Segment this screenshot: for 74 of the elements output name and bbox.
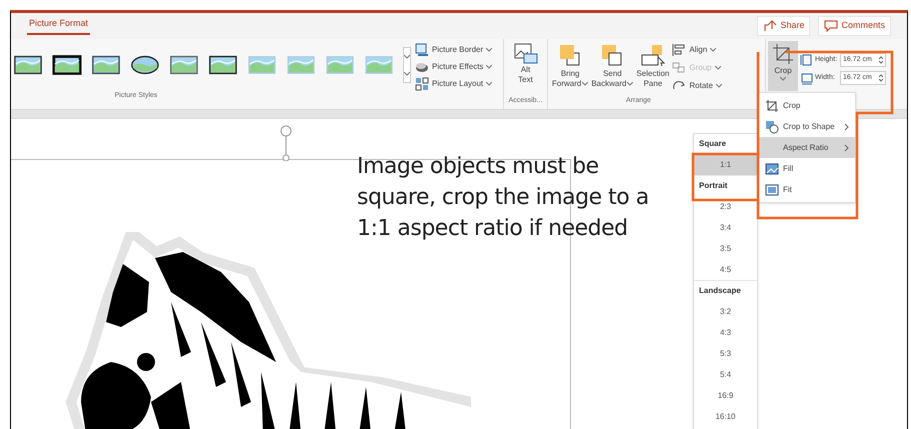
aspect-ratio-option[interactable]: 2:3 [694,196,757,217]
aspect-ratio-option[interactable]: 4:5 [694,259,757,280]
picture-style-thumbnail[interactable] [52,54,82,76]
picture-style-thumbnail[interactable] [247,54,277,76]
caret-icon [582,82,588,86]
aspect-ratio-option[interactable]: 3:4 [694,217,757,238]
crop-menu-item[interactable]: Aspect Ratio [759,137,855,158]
comments-button[interactable]: Comments [818,16,891,36]
group-icon [672,61,686,75]
share-icon [763,19,778,33]
picture-border-icon [415,43,429,57]
chevron-right-icon [844,122,849,130]
crop-menu-item[interactable]: Fit [759,179,855,200]
ribbon-tab[interactable]: Picture Format [27,17,90,35]
arrange-button[interactable]: Bring Forward [552,43,588,93]
share-button[interactable]: Share [757,16,810,36]
alt-text-button[interactable]: Alt Text [514,43,538,85]
caret-icon [710,48,716,52]
rotate-handle-icon [279,125,293,161]
crop-menu-item[interactable]: Crop [759,95,855,116]
caret-icon [486,48,492,52]
crop-menu-item[interactable]: Fill [759,158,855,179]
arrange-button[interactable]: Selection Pane [636,43,670,93]
caret-icon [404,72,410,76]
aspect-ratio-option[interactable]: 5:3 [694,343,757,364]
chevron-right-icon [844,144,849,152]
caret-icon [627,82,634,86]
comment-icon [824,19,838,33]
height-icon [800,53,814,67]
crop-menu-item[interactable]: Crop to Shape [759,116,855,137]
arrange-command[interactable]: Align [672,43,722,57]
width-icon [800,71,814,85]
caret-icon [780,77,786,81]
picture-style-thumbnail[interactable] [208,54,238,76]
aspect-ratio-option[interactable]: 5:4 [694,364,757,385]
aspect-ratio-option[interactable]: 3:2 [694,301,757,322]
crop-icon [772,43,794,65]
picture-style-thumbnail[interactable] [286,54,316,76]
picture-style-thumbnail[interactable] [13,54,43,76]
ribbon-command[interactable]: Picture Layout [415,77,503,91]
crop-shape-icon [765,120,779,134]
caret-icon [716,84,722,88]
picture-style-thumbnail[interactable] [130,54,160,76]
shadow-icon [415,60,429,74]
layout-grid-icon [415,77,429,91]
instruction-text: Image objects must be square, crop the image to a 1:1 aspect ratio if needed [357,153,650,243]
aspect-ratio-option[interactable]: 3:5 [694,238,757,259]
arrange-command[interactable]: Rotate [672,79,722,93]
spinner-icon [879,74,883,82]
spinner-icon [879,56,883,64]
menu-section-header: Landscape [698,285,742,297]
picture-style-thumbnail[interactable] [364,54,394,76]
fit-icon [765,182,779,196]
aspect-ratio-option[interactable]: 4:3 [694,322,757,343]
aspect-ratio-option[interactable]: 16:10 [694,406,757,427]
align-icon [672,43,686,57]
crop-button[interactable]: Crop [768,41,798,91]
fill-icon [765,162,779,176]
picture-style-thumbnail[interactable] [169,54,199,76]
ribbon-command[interactable]: Picture Border [415,43,503,57]
alt-text-icon [514,43,538,65]
menu-section-header: Portrait [698,180,728,192]
caret-icon [486,65,492,69]
arrange-button[interactable]: Send Backward [591,43,634,93]
caret-icon [404,54,410,58]
menu-section-header: Square [698,138,728,150]
aspect-ratio-option[interactable]: 16:9 [694,385,757,406]
crop-icon [765,98,779,112]
ribbon-command[interactable]: Picture Effects [415,60,503,74]
picture-style-thumbnail[interactable] [325,54,355,76]
gallery-scroll[interactable] [403,47,411,83]
caret-icon [714,66,721,70]
caret-icon [486,82,492,86]
picture-style-thumbnail[interactable] [91,54,121,76]
